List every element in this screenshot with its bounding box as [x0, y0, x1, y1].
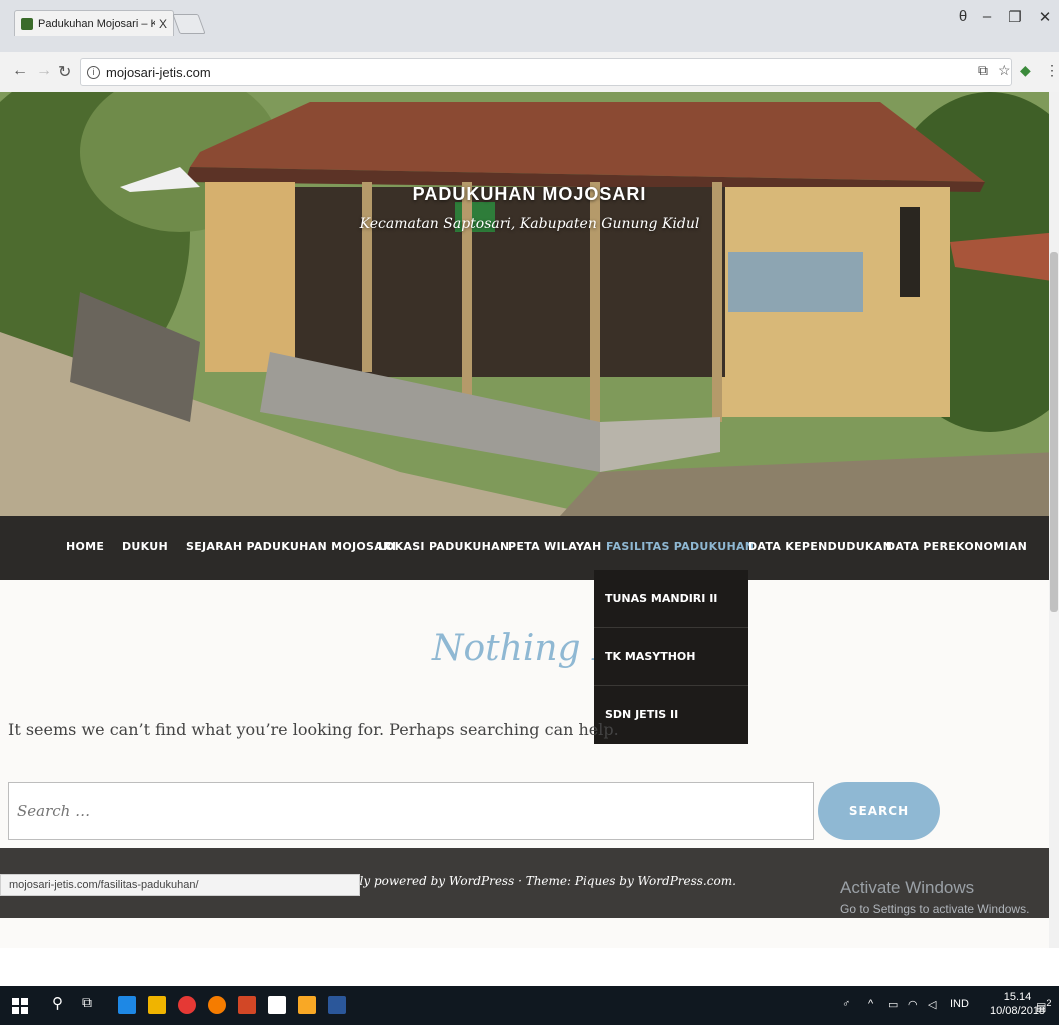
edge-icon[interactable] — [118, 996, 136, 1014]
activate-windows-subtitle: Go to Settings to activate Windows. — [840, 902, 1030, 916]
info-icon[interactable]: i — [87, 65, 100, 79]
bookmark-star-icon[interactable]: ☆ — [998, 62, 1011, 79]
page-scrollbar[interactable] — [1049, 92, 1059, 948]
restore-icon[interactable]: ❐ — [1000, 8, 1030, 26]
extension-icon[interactable]: ◆ — [1020, 62, 1031, 79]
site-description: Kecamatan Saptosari, Kabupaten Gunung Ki… — [359, 216, 700, 232]
notification-icon[interactable]: ▤2 — [1036, 998, 1052, 1014]
address-bar[interactable]: i mojosari-jetis.com — [80, 58, 1012, 86]
nav-item-sejarah[interactable]: SEJARAH PADUKUHAN MOJOSARI — [186, 540, 396, 553]
not-found-message: It seems we can’t find what you’re looki… — [8, 720, 619, 739]
translate-icon[interactable]: ⧉ — [978, 62, 988, 79]
village-hall-photo — [0, 92, 1059, 516]
notification-count: 2 — [1046, 998, 1052, 1008]
mail-icon[interactable] — [268, 996, 286, 1014]
reload-icon[interactable]: ↻ — [58, 62, 71, 82]
app-icon[interactable] — [208, 996, 226, 1014]
nav-item-dukuh[interactable]: DUKUH — [122, 540, 168, 553]
site-favicon-icon — [21, 17, 33, 30]
volume-icon[interactable]: ◁ — [928, 998, 936, 1011]
dropdown-item-tunas-mandiri[interactable]: TUNAS MANDIRI II — [594, 570, 748, 628]
nav-item-perekonomian[interactable]: DATA PEREKONOMIAN — [886, 540, 1027, 553]
people-icon[interactable]: ♂ — [842, 998, 850, 1010]
forward-icon[interactable]: → — [36, 62, 52, 80]
language-indicator[interactable]: IND — [950, 998, 969, 1010]
task-view-icon[interactable]: ⧉ — [82, 994, 92, 1011]
browser-tab-strip: Padukuhan Mojosari – Ke X θ – ❐ ✕ — [0, 0, 1059, 56]
dropdown-item-tk-masythoh[interactable]: TK MASYTHOH — [594, 628, 748, 686]
new-tab-button[interactable] — [172, 14, 206, 34]
close-window-icon[interactable]: ✕ — [1030, 8, 1059, 26]
main-navigation: HOME DUKUH SEJARAH PADUKUHAN MOJOSARI LO… — [0, 516, 1059, 580]
windows-taskbar: ⚲ ⧉ ♂ ^ ▭ ◠ ◁ IND 15.14 10/08/2018 ▤2 — [0, 986, 1059, 1025]
minimize-icon[interactable]: – — [972, 8, 1002, 25]
sublime-icon[interactable] — [298, 996, 316, 1014]
tab-title: Padukuhan Mojosari – Ke — [38, 17, 155, 30]
chrome-icon[interactable] — [178, 996, 196, 1014]
battery-icon[interactable]: ▭ — [888, 998, 898, 1011]
word-icon[interactable] — [328, 996, 346, 1014]
browser-tab[interactable]: Padukuhan Mojosari – Ke X — [14, 10, 174, 36]
web-page: PADUKUHAN MOJOSARI Kecamatan Saptosari, … — [0, 92, 1059, 948]
link-status-bar: mojosari-jetis.com/fasilitas-padukuhan/ — [0, 874, 360, 896]
menu-dots-icon[interactable]: ⋮ — [1045, 62, 1059, 79]
show-hidden-icons-icon[interactable]: ^ — [868, 998, 873, 1010]
powerpoint-icon[interactable] — [238, 996, 256, 1014]
fasilitas-dropdown-menu: TUNAS MANDIRI II TK MASYTHOH SDN JETIS I… — [594, 570, 748, 744]
search-icon[interactable]: ⚲ — [52, 994, 63, 1012]
nav-item-home[interactable]: HOME — [66, 540, 104, 553]
windows-start-icon[interactable] — [12, 998, 28, 1014]
site-title[interactable]: PADUKUHAN MOJOSARI — [0, 184, 1059, 205]
nav-item-kependudukan[interactable]: DATA KEPENDUDUKAN — [748, 540, 892, 553]
search-button[interactable]: SEARCH — [818, 782, 940, 840]
url-text: mojosari-jetis.com — [106, 64, 211, 80]
tab-close-icon[interactable]: X — [159, 17, 167, 31]
search-input[interactable] — [8, 782, 814, 840]
file-explorer-icon[interactable] — [148, 996, 166, 1014]
nav-item-peta-wilayah[interactable]: PETA WILAYAH — [508, 540, 602, 553]
wifi-icon[interactable]: ◠ — [908, 998, 918, 1011]
header-image — [0, 92, 1059, 516]
scrollbar-thumb[interactable] — [1050, 252, 1058, 612]
back-icon[interactable]: ← — [12, 62, 28, 80]
nav-item-lokasi[interactable]: LOKASI PADUKUHAN — [378, 540, 509, 553]
nav-item-fasilitas[interactable]: FASILITAS PADUKUHAN — [606, 540, 754, 553]
activate-windows-title: Activate Windows — [840, 878, 975, 897]
